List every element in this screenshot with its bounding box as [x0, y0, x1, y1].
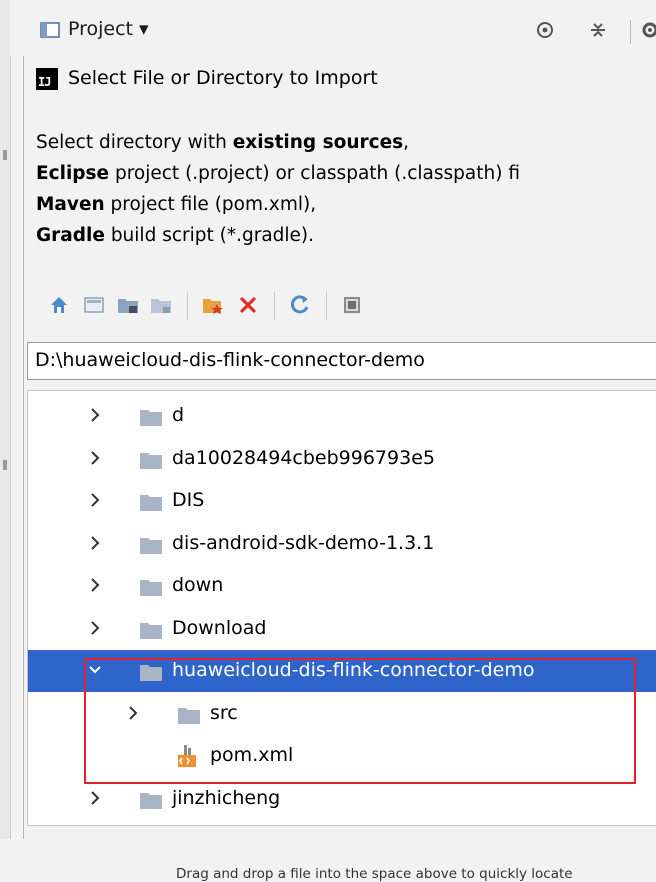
project-view-icon	[40, 22, 60, 38]
desktop-icon[interactable]	[81, 292, 107, 318]
path-field[interactable]: D:\huaweicloud-dis-flink-connector-demo	[27, 342, 656, 380]
toolbar-separator	[326, 292, 327, 320]
tree-row[interactable]: down	[28, 565, 656, 607]
description-line: Select directory with existing sources,	[36, 132, 410, 153]
folder-icon	[140, 409, 162, 426]
folder-icon	[140, 537, 162, 554]
description-line: Gradle build script (*.gradle).	[36, 225, 315, 246]
chevron-right-icon[interactable]	[88, 490, 102, 510]
new-folder-icon[interactable]	[200, 292, 226, 318]
collapse-all-icon[interactable]	[588, 20, 608, 40]
tree-row[interactable]: dis-android-sdk-demo-1.3.1	[28, 523, 656, 565]
tree-row[interactable]: Download	[28, 608, 656, 650]
tree-row-label: d	[172, 404, 185, 426]
project-folder-icon[interactable]	[115, 292, 141, 318]
gutter-marker	[3, 460, 7, 470]
tree-row-label: Download	[172, 616, 267, 639]
module-folder-icon[interactable]	[148, 292, 174, 318]
home-icon[interactable]	[46, 292, 72, 318]
chevron-right-icon[interactable]	[88, 448, 102, 468]
tree-row-label: jinzhicheng	[172, 786, 281, 809]
dialog-description: Select directory with existing sources, …	[36, 127, 520, 251]
locate-icon[interactable]	[535, 20, 555, 40]
project-panel-title[interactable]: Project ▾	[68, 18, 149, 40]
chevron-right-icon[interactable]	[88, 618, 102, 638]
gear-icon[interactable]	[640, 20, 656, 40]
show-hidden-icon[interactable]	[339, 292, 365, 318]
dialog-title: Select File or Directory to Import	[68, 67, 378, 89]
chevron-right-icon[interactable]	[88, 788, 102, 808]
folder-icon	[140, 622, 162, 639]
toolbar-separator	[274, 292, 275, 320]
tree-row-label: DIS	[172, 489, 205, 511]
toolbar-separator	[630, 20, 631, 44]
file-chooser-toolbar	[24, 286, 656, 326]
intellij-logo: IJ	[36, 68, 58, 90]
tree-row-label: down	[172, 574, 224, 596]
folder-icon	[140, 452, 162, 469]
dialog-title-bar: IJ Select File or Directory to Import	[24, 56, 656, 104]
folder-icon	[140, 494, 162, 511]
chevron-right-icon[interactable]	[88, 533, 102, 553]
tree-row[interactable]: d	[28, 395, 656, 437]
chevron-right-icon[interactable]	[88, 405, 102, 425]
gutter-marker	[3, 150, 7, 160]
folder-icon	[140, 579, 162, 596]
toolbar-separator	[187, 292, 188, 320]
folder-icon	[140, 792, 162, 809]
chevron-right-icon[interactable]	[88, 575, 102, 595]
ide-left-gutter	[0, 0, 11, 839]
tree-row[interactable]: da10028494cbeb996793e5	[28, 438, 656, 480]
project-tool-window-header: Project ▾	[10, 0, 656, 56]
delete-icon[interactable]	[235, 292, 261, 318]
drag-drop-hint: Drag and drop a file into the space abov…	[176, 866, 573, 882]
tree-row-label: da10028494cbeb996793e5	[172, 446, 435, 469]
highlight-box	[84, 658, 636, 784]
tree-row-label: dis-android-sdk-demo-1.3.1	[172, 531, 435, 554]
refresh-icon[interactable]	[287, 292, 313, 318]
description-line: Maven project file (pom.xml),	[36, 194, 317, 215]
tree-row[interactable]: DIS	[28, 480, 656, 522]
description-line: Eclipse project (.project) or classpath …	[36, 163, 520, 184]
